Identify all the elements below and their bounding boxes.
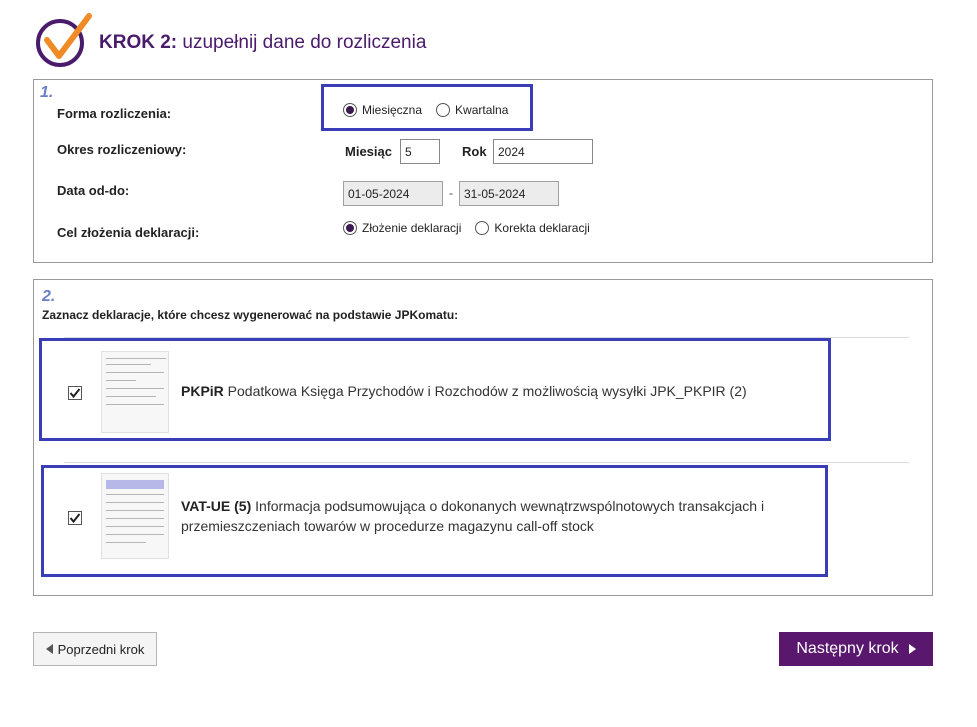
row-separator — [64, 462, 909, 463]
declaration-code: PKPiR — [181, 383, 224, 399]
rok-input[interactable] — [493, 139, 593, 164]
page-title: KROK 2: uzupełnij dane do rozliczenia — [99, 32, 426, 54]
declaration-vat-ue-text: VAT-UE (5) Informacja podsumowująca o do… — [181, 496, 821, 536]
previous-step-label: Poprzedni krok — [57, 641, 145, 657]
next-step-button[interactable]: Następny krok — [779, 632, 933, 666]
declaration-checkbox-pkpir[interactable] — [68, 386, 82, 400]
vat-ue-document-thumbnail — [101, 473, 169, 559]
step-number: KROK 2: — [99, 32, 178, 53]
declaration-description: Podatkowa Księga Przychodów i Rozchodów … — [223, 383, 747, 399]
checkmark-icon — [69, 388, 81, 399]
declaration-pkpir-text: PKPiR Podatkowa Księga Przychodów i Rozc… — [181, 381, 811, 401]
forma-radio-group: Miesięczna Kwartalna — [343, 103, 522, 117]
declaration-description: Informacja podsumowująca o dokonanych we… — [181, 498, 765, 534]
declarations-panel: 2. Zaznacz deklaracje, które chcesz wyge… — [33, 279, 933, 596]
radio-zlozenie-label[interactable]: Złożenie deklaracji — [362, 221, 461, 235]
section-number: 2. — [42, 288, 56, 305]
miesiac-input[interactable] — [400, 139, 440, 164]
forma-rozliczenia-label: Forma rozliczenia: — [57, 106, 172, 121]
date-separator: - — [449, 186, 453, 200]
data-od-do-label: Data od-do: — [57, 183, 130, 198]
checkmark-icon — [69, 513, 81, 524]
miesiac-label: Miesiąc — [345, 144, 392, 159]
radio-kwartalna[interactable] — [436, 103, 451, 117]
page-header — [33, 12, 93, 68]
settlement-settings-panel: 1. Forma rozliczenia: Miesięczna Kwartal… — [33, 79, 933, 263]
declaration-code: VAT-UE (5) — [181, 498, 252, 514]
radio-miesieczna[interactable] — [343, 103, 357, 117]
step-description: uzupełnij dane do rozliczenia — [177, 32, 427, 53]
checkmark-circle-logo-icon — [36, 13, 92, 67]
declaration-checkbox-vat-ue[interactable] — [68, 511, 82, 525]
date-from-input[interactable] — [343, 181, 443, 206]
next-step-label: Następny krok — [796, 640, 899, 657]
cel-zlozenia-label: Cel złożenia deklaracji: — [57, 225, 200, 240]
radio-kwartalna-label[interactable]: Kwartalna — [455, 103, 508, 117]
pkpir-document-thumbnail — [101, 351, 169, 433]
radio-miesieczna-label[interactable]: Miesięczna — [362, 103, 422, 117]
cel-radio-group: Złożenie deklaracji Korekta deklaracji — [343, 221, 604, 235]
rok-label: Rok — [462, 144, 487, 159]
okres-rozliczeniowy-label: Okres rozliczeniowy: — [57, 142, 187, 157]
radio-zlozenie[interactable] — [343, 221, 357, 235]
date-to-input[interactable] — [459, 181, 559, 206]
section-number: 1. — [40, 84, 54, 101]
radio-korekta-label[interactable]: Korekta deklaracji — [494, 221, 589, 235]
arrow-left-icon — [45, 644, 53, 654]
previous-step-button[interactable]: Poprzedni krok — [33, 632, 157, 666]
declarations-instruction: Zaznacz deklaracje, które chcesz wygener… — [42, 308, 459, 322]
arrow-right-icon — [908, 644, 916, 654]
radio-korekta[interactable] — [475, 221, 490, 235]
